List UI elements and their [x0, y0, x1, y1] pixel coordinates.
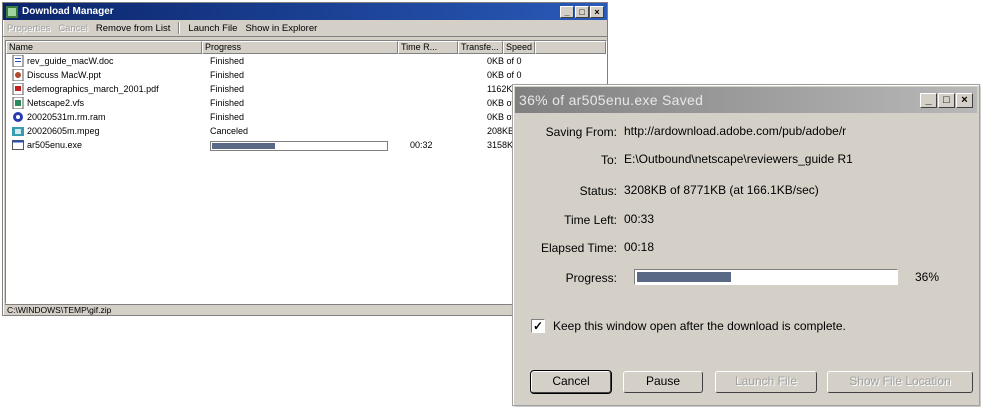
file-name: 20020531m.rm.ram: [27, 112, 106, 122]
dialog-title: 36% of ar505enu.exe Saved: [519, 92, 704, 108]
file-progress: Finished: [210, 84, 245, 94]
column-header-progress[interactable]: Progress: [202, 41, 398, 54]
to-value: E:\Outbound\netscape\reviewers_guide R1: [624, 152, 853, 166]
download-manager-toolbar: Properties Cancel Remove from List Launc…: [3, 20, 607, 37]
close-button[interactable]: ×: [590, 5, 604, 18]
cancel-download-button[interactable]: Cancel: [58, 23, 88, 34]
word-document-icon: [12, 55, 24, 67]
saving-from-value: http://ardownload.adobe.com/pub/adobe/r: [624, 124, 847, 138]
launch-file-button[interactable]: Launch File: [715, 371, 817, 393]
column-header-speed[interactable]: Speed: [503, 41, 535, 54]
file-progress: Canceled: [210, 126, 249, 136]
column-header-extra[interactable]: [535, 41, 606, 54]
to-label: To:: [600, 153, 617, 167]
keep-open-label[interactable]: Keep this window open after the download…: [553, 319, 846, 333]
column-headers: Name Progress Time R... Transfe... Speed: [6, 41, 606, 54]
download-progress-fill: [637, 272, 732, 282]
file-progress-bar: [210, 140, 388, 151]
column-header-time-remaining[interactable]: Time R...: [398, 41, 458, 54]
elapsed-time-value: 00:18: [624, 240, 655, 254]
remove-from-list-button[interactable]: Remove from List: [96, 23, 170, 34]
dialog-close-button[interactable]: ×: [956, 92, 973, 108]
video-file-icon: [12, 127, 24, 136]
status-label: Status:: [579, 184, 617, 198]
download-manager-titlebar[interactable]: Download Manager _ □ ×: [3, 3, 607, 20]
dialog-maximize-button[interactable]: □: [938, 92, 955, 108]
pdf-file-icon: [12, 83, 24, 95]
netscape-file-icon: [12, 97, 24, 109]
dialog-minimize-button[interactable]: _: [920, 92, 937, 108]
status-value: 3208KB of 8771KB (at 166.1KB/sec): [624, 183, 819, 197]
dialog-titlebar[interactable]: 36% of ar505enu.exe Saved _ □ ×: [515, 87, 977, 113]
file-name: Netscape2.vfs: [27, 98, 85, 108]
file-name: rev_guide_macW.doc: [27, 56, 114, 66]
show-file-location-button[interactable]: Show File Location: [827, 371, 973, 393]
column-header-name[interactable]: Name: [6, 41, 202, 54]
column-header-transferred[interactable]: Transfe...: [458, 41, 503, 54]
powerpoint-file-icon: [12, 69, 24, 81]
download-progress-dialog: 36% of ar505enu.exe Saved _ □ × Saving F…: [512, 84, 980, 406]
file-transferred: 0KB of 0: [487, 70, 522, 80]
maximize-button[interactable]: □: [575, 5, 589, 18]
status-row: Status:: [513, 183, 617, 199]
keep-open-checkbox[interactable]: ✓: [531, 319, 545, 333]
file-progress: Finished: [210, 56, 245, 66]
file-name: ar505enu.exe: [27, 140, 83, 150]
file-name: Discuss MacW.ppt: [27, 70, 102, 80]
download-manager-app-icon: [6, 5, 18, 18]
file-progress-bar-cell: [208, 140, 406, 151]
file-progress: Finished: [210, 112, 245, 122]
launch-file-button[interactable]: Launch File: [188, 23, 237, 34]
time-left-value: 00:33: [624, 212, 655, 226]
file-name: edemographics_march_2001.pdf: [27, 84, 159, 94]
file-time-remaining: 00:32: [410, 140, 433, 150]
progress-row: Progress:: [513, 270, 617, 286]
executable-file-icon: [12, 140, 24, 150]
elapsed-time-row: Elapsed Time:: [513, 240, 617, 256]
cancel-button[interactable]: Cancel: [530, 370, 612, 394]
saving-from-row: Saving From:: [513, 124, 617, 140]
toolbar-separator: [178, 22, 181, 34]
file-progress-fill: [212, 142, 275, 149]
realmedia-file-icon: [13, 112, 23, 122]
minimize-button[interactable]: _: [560, 5, 574, 18]
download-progress-bar: [634, 269, 898, 285]
to-row: To:: [513, 152, 617, 168]
file-name: 20020605m.mpeg: [27, 126, 100, 136]
download-manager-title: Download Manager: [22, 6, 114, 17]
file-progress: Finished: [210, 98, 245, 108]
saving-from-label: Saving From:: [545, 125, 617, 139]
properties-button[interactable]: Properties: [7, 23, 50, 34]
progress-label: Progress:: [565, 271, 617, 285]
progress-percent: 36%: [915, 270, 940, 284]
file-progress: Finished: [210, 70, 245, 80]
pause-button[interactable]: Pause: [623, 371, 703, 393]
show-in-explorer-button[interactable]: Show in Explorer: [245, 23, 317, 34]
time-left-row: Time Left:: [513, 212, 617, 228]
list-item[interactable]: Discuss MacW.ppt Finished 0KB of 0: [6, 68, 606, 82]
elapsed-time-label: Elapsed Time:: [540, 241, 617, 255]
list-item[interactable]: rev_guide_macW.doc Finished 0KB of 0: [6, 54, 606, 68]
time-left-label: Time Left:: [564, 213, 617, 227]
file-transferred: 0KB of 0: [487, 56, 522, 66]
